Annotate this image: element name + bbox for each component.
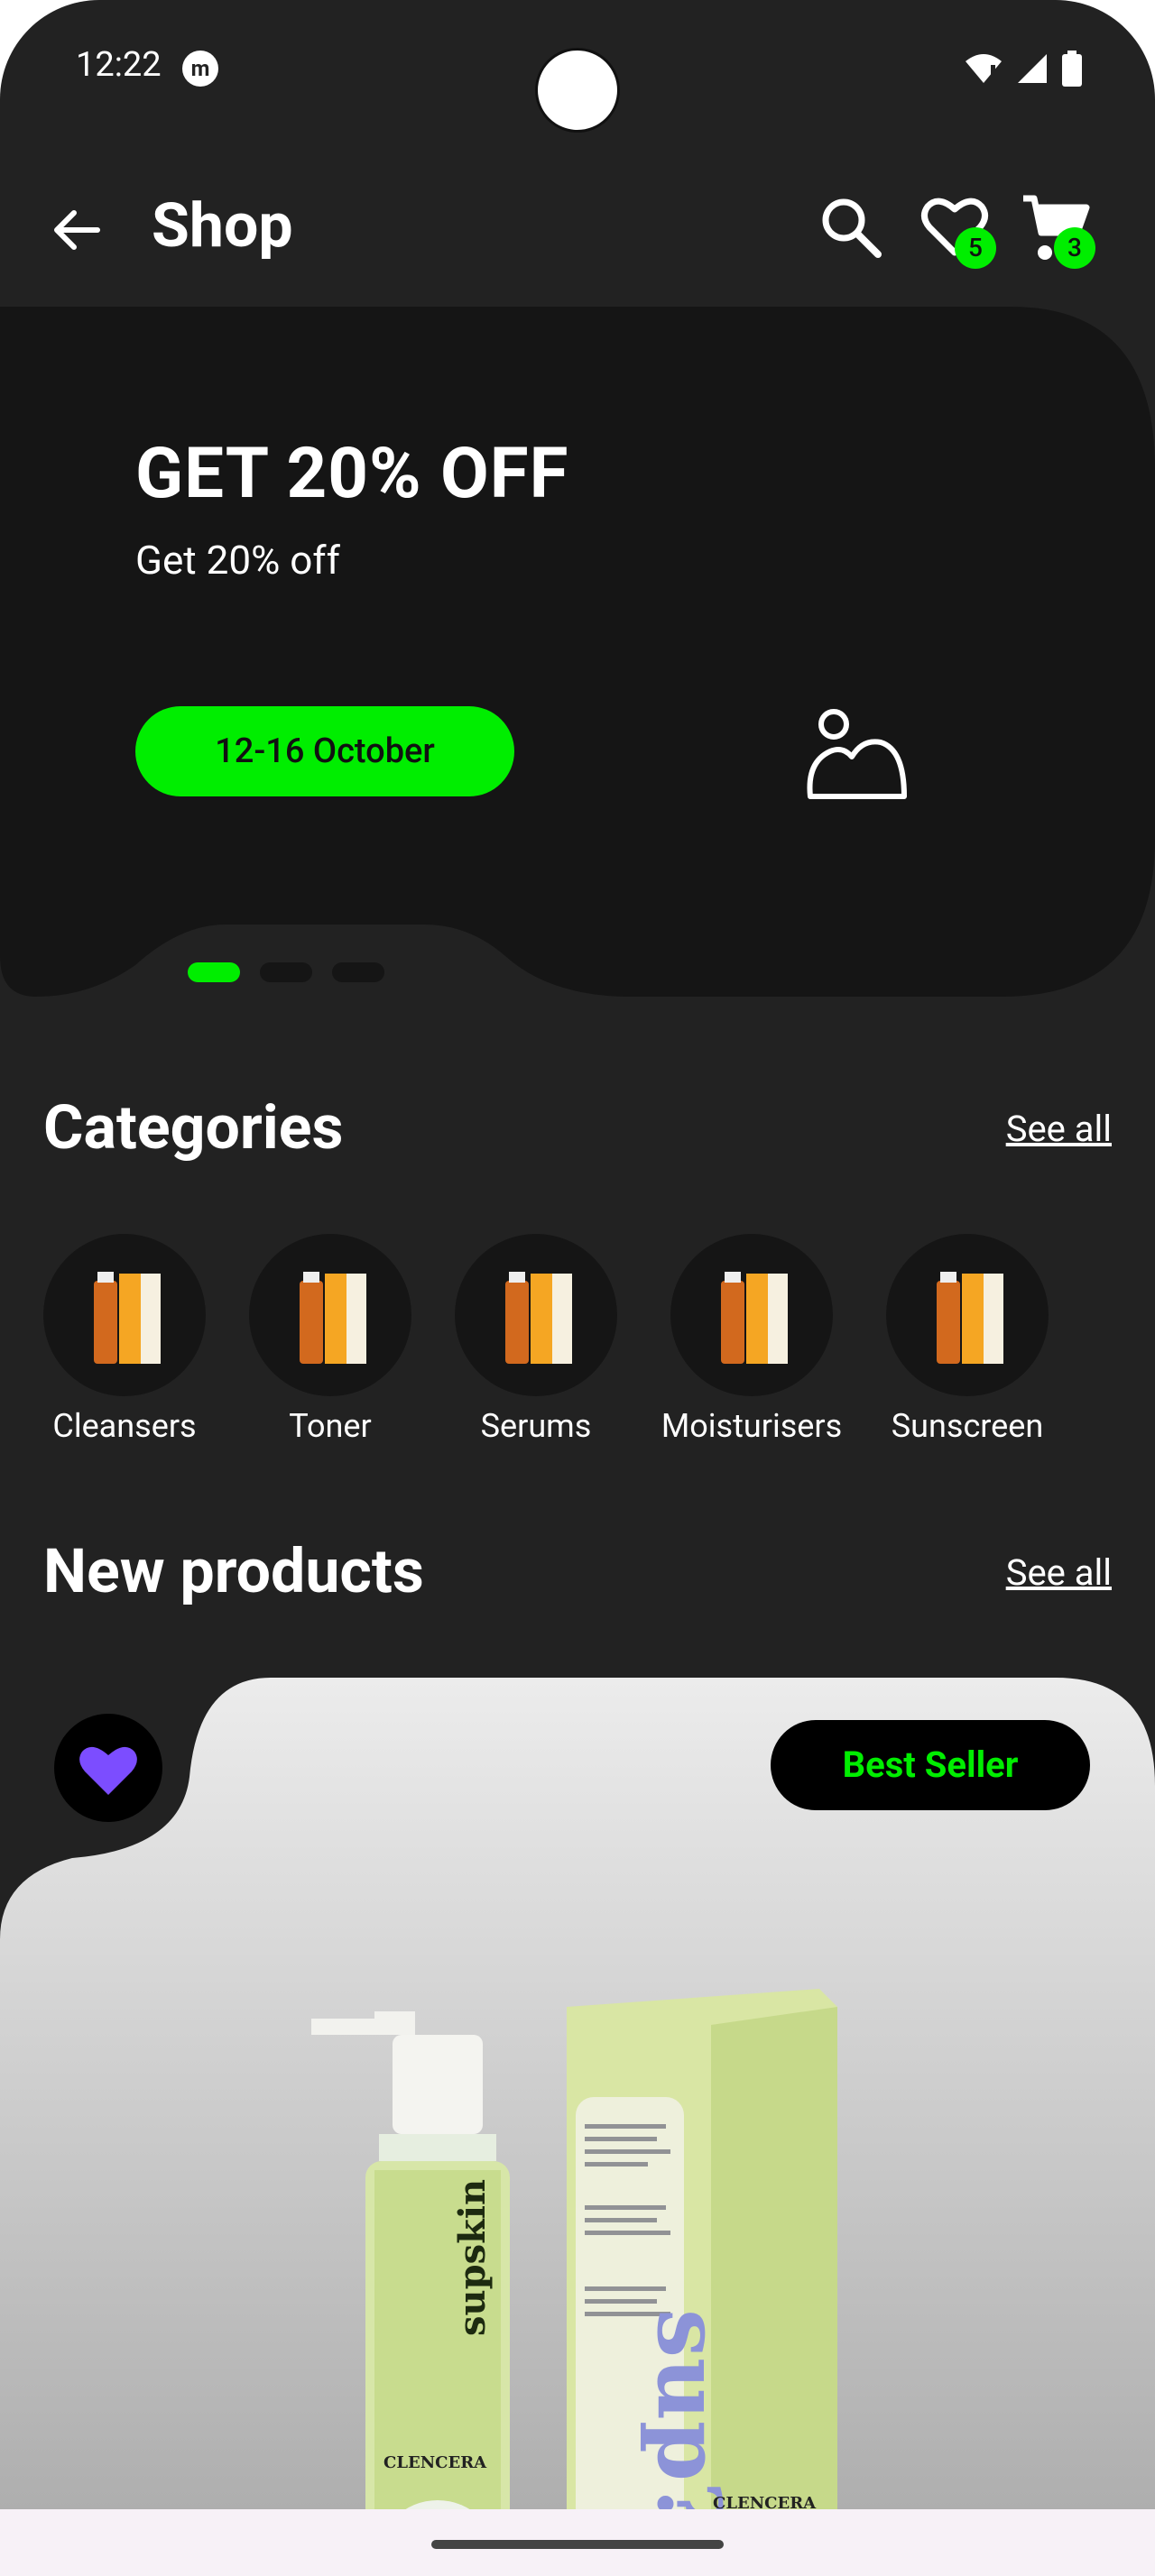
category-item-serums[interactable]: Serums [437,1234,635,1445]
category-item-sunscreen[interactable]: Sunscreen [868,1234,1067,1445]
search-button[interactable] [817,193,885,262]
banner-date-pill[interactable]: 12-16 October [135,706,514,796]
category-label: Sunscreen [891,1407,1044,1445]
wishlist-count-badge: 5 [955,227,996,269]
product-thumbnail-icon [721,1272,788,1364]
category-thumbnail [455,1234,617,1396]
product-thumbnail-icon [505,1272,572,1364]
arrow-left-icon [54,210,100,250]
category-label: Cleansers [52,1407,197,1445]
category-item-cleansers[interactable]: Cleansers [25,1234,224,1445]
bottle-product-label: CLENCERA [383,2453,487,2472]
category-thumbnail [249,1234,411,1396]
promo-banner[interactable]: GET 20% OFF Get 20% off 12-16 October [0,307,1155,1010]
banner-background [0,307,1155,997]
wishlist-button[interactable]: 5 [919,191,996,269]
category-thumbnail [886,1234,1049,1396]
carousel-dot[interactable] [332,962,384,982]
battery-icon [1062,51,1082,87]
categories-header: Categories See all [43,1091,1112,1173]
category-label: Serums [480,1407,592,1445]
image-placeholder-icon [807,709,907,799]
signal-icon [1018,54,1047,83]
cart-button[interactable]: 3 [1020,191,1101,269]
new-products-header: New products See all [43,1535,1112,1616]
app-bar: Shop 5 3 [0,171,1155,280]
page-title: Shop [152,189,293,262]
carousel-dot[interactable] [188,962,240,982]
product-thumbnail-icon [937,1272,1003,1364]
new-products-see-all-link[interactable]: See all [1006,1551,1112,1594]
search-icon [822,198,882,258]
camera-cutout [535,48,620,133]
carousel-dot[interactable] [260,962,312,982]
wifi-icon [966,54,1002,84]
status-bar: 12:22 m [0,0,1155,135]
category-thumbnail [43,1234,206,1396]
category-label: Moisturisers [661,1407,843,1445]
product-thumbnail-icon [94,1272,161,1364]
categories-title: Categories [43,1091,344,1164]
product-thumbnail-icon [300,1272,366,1364]
status-time: 12:22 [76,45,162,85]
carousel-dots [188,962,384,982]
home-indicator[interactable] [431,2540,724,2549]
heart-filled-icon [79,1746,137,1795]
back-button[interactable] [45,198,108,262]
category-list: Cleansers Toner Serums Moisturisers Suns… [43,1234,1126,1450]
category-item-moisturisers[interactable]: Moisturisers [652,1234,851,1445]
category-thumbnail [670,1234,833,1396]
new-products-title: New products [43,1535,424,1607]
status-icons [964,51,1083,87]
best-seller-badge: Best Seller [771,1720,1090,1810]
notification-app-icon: m [182,51,218,87]
banner-subtitle: Get 20% off [135,537,340,584]
category-item-toner[interactable]: Toner [231,1234,430,1445]
product-bottle-image [311,2011,510,2576]
gesture-navigation-bar [0,2509,1155,2576]
banner-title: GET 20% OFF [135,433,569,515]
cart-count-badge: 3 [1054,227,1095,269]
categories-see-all-link[interactable]: See all [1006,1108,1112,1150]
favorite-button[interactable] [54,1714,162,1822]
app-screen: 12:22 m Shop 5 3 GET 20% OFF Get 20% off… [0,0,1155,2576]
category-label: Toner [289,1407,372,1445]
product-card[interactable]: Best Seller supskin sup? CLENCERA CLENCE… [0,1678,1155,2576]
bottle-brand-label: supskin [451,2178,494,2336]
